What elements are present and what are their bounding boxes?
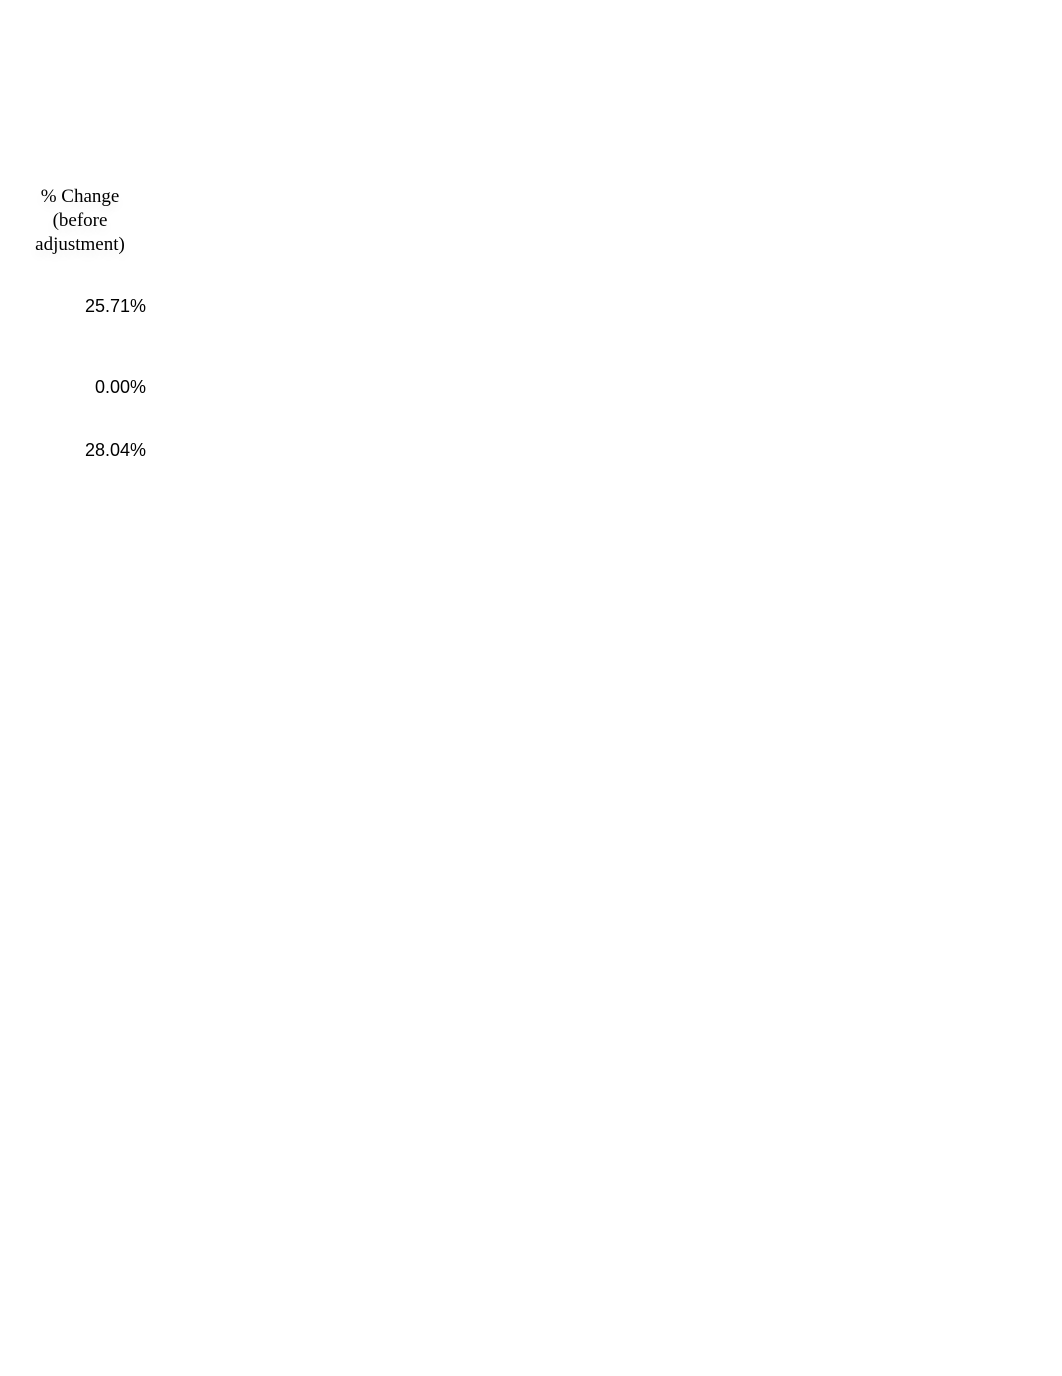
value-cell: 28.04% <box>0 440 160 461</box>
value-cell: 25.71% <box>0 296 160 317</box>
header-line-3: adjustment) <box>8 233 152 257</box>
column-header: % Change (before adjustment) <box>0 185 160 256</box>
value-cell: 0.00% <box>0 377 160 398</box>
header-line-2: (before <box>8 209 152 233</box>
percent-change-column: % Change (before adjustment) 25.71% 0.00… <box>0 185 160 461</box>
header-line-1: % Change <box>8 185 152 209</box>
